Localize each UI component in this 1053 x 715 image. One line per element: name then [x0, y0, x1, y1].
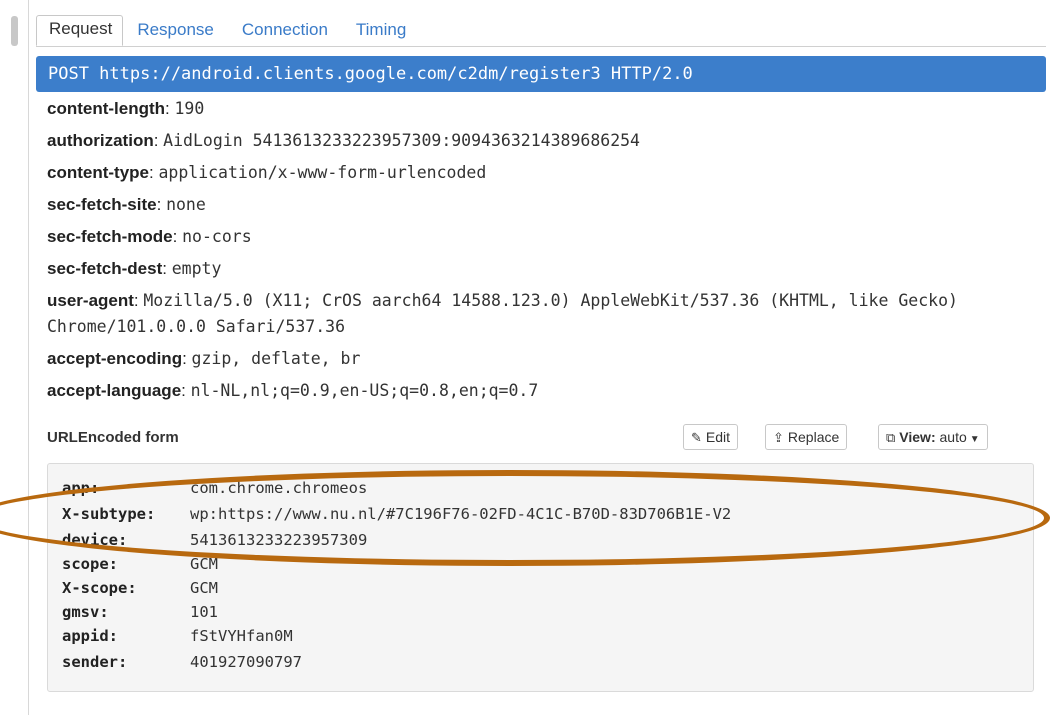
upload-icon: ⇪: [773, 430, 784, 445]
tab-divider: [36, 46, 1046, 47]
caret-down-icon: ▼: [969, 434, 980, 445]
header-row[interactable]: sec-fetch-site: none: [47, 192, 1037, 218]
urlencoded-form-box: app: com.chrome.chromeos X-subtype: wp:htt…: [47, 463, 1034, 692]
header-row[interactable]: content-type: application/x-www-form-url…: [47, 160, 1037, 186]
header-key: sec-fetch-dest: [47, 259, 163, 278]
form-value: wp:https://www.nu.nl/#7C196F76-02FD-4C1C…: [190, 505, 732, 523]
edit-button-label: Edit: [705, 429, 731, 445]
header-row[interactable]: accept-language: nl-NL,nl;q=0.9,en-US;q=…: [47, 378, 1037, 404]
header-row[interactable]: content-length: 190: [47, 96, 1037, 122]
form-value: com.chrome.chromeos: [190, 479, 368, 497]
scrollbar-thumb[interactable]: [11, 16, 18, 46]
header-key: authorization: [47, 131, 154, 150]
header-value: AidLogin 5413613233223957309:90943632143…: [163, 131, 640, 150]
view-label: View:: [899, 429, 936, 445]
request-headers: content-length: 190 authorization: AidLo…: [47, 96, 1037, 410]
form-row[interactable]: X-scope: GCM: [62, 576, 218, 600]
tab-bar: Request Response Connection Timing: [36, 15, 1046, 46]
form-value: 401927090797: [190, 653, 302, 671]
request-line[interactable]: POST https://android.clients.google.com/…: [36, 56, 1046, 92]
form-row[interactable]: sender: 401927090797: [62, 650, 302, 674]
header-value: no-cors: [182, 227, 252, 246]
header-value: Mozilla/5.0 (X11; CrOS aarch64 14588.123…: [47, 291, 958, 336]
header-key: accept-encoding: [47, 349, 183, 368]
form-key: app:: [62, 479, 100, 497]
edit-button[interactable]: ✎ Edit: [683, 424, 739, 450]
form-value: 101: [190, 603, 218, 621]
view-mode-dropdown[interactable]: ⧉ View: auto ▼: [878, 424, 988, 450]
replace-button[interactable]: ⇪ Replace: [765, 424, 848, 450]
header-value: 190: [174, 99, 205, 118]
form-value: 5413613233223957309: [190, 531, 368, 549]
header-key: sec-fetch-site: [47, 195, 157, 214]
form-row[interactable]: device: 5413613233223957309: [62, 528, 367, 552]
left-gutter: [0, 0, 28, 715]
header-key: content-length: [47, 99, 166, 118]
header-key: content-type: [47, 163, 149, 182]
form-value: GCM: [190, 555, 218, 573]
form-row[interactable]: gmsv: 101: [62, 600, 218, 624]
form-row[interactable]: appid: fStVYHfan0M: [62, 624, 293, 648]
header-row[interactable]: accept-encoding: gzip, deflate, br: [47, 346, 1037, 372]
header-key: sec-fetch-mode: [47, 227, 173, 246]
tab-response[interactable]: Response: [123, 16, 228, 46]
form-row[interactable]: app: com.chrome.chromeos: [62, 476, 367, 500]
header-row[interactable]: sec-fetch-dest: empty: [47, 256, 1037, 282]
form-key: X-subtype:: [62, 505, 156, 523]
header-key: user-agent: [47, 291, 134, 310]
form-value: GCM: [190, 579, 218, 597]
replace-button-label: Replace: [787, 429, 840, 445]
form-value: fStVYHfan0M: [190, 627, 293, 645]
tab-connection[interactable]: Connection: [228, 16, 342, 46]
tab-timing[interactable]: Timing: [342, 16, 420, 46]
header-value: empty: [171, 259, 222, 278]
header-value: none: [166, 195, 206, 214]
header-value: nl-NL,nl;q=0.9,en-US;q=0.8,en;q=0.7: [190, 381, 539, 400]
header-row[interactable]: authorization: AidLogin 5413613233223957…: [47, 128, 1037, 154]
copy-icon: ⧉: [886, 430, 896, 445]
header-key: accept-language: [47, 381, 182, 400]
view-value: auto: [939, 429, 967, 445]
form-key: scope:: [62, 555, 118, 573]
form-key: X-scope:: [62, 579, 137, 597]
header-row[interactable]: sec-fetch-mode: no-cors: [47, 224, 1037, 250]
form-key: sender:: [62, 653, 128, 671]
form-key: device:: [62, 531, 128, 549]
header-value: gzip, deflate, br: [191, 349, 361, 368]
form-row[interactable]: scope: GCM: [62, 552, 218, 576]
header-value: application/x-www-form-urlencoded: [158, 163, 487, 182]
gutter-divider: [28, 0, 29, 715]
form-title: URLEncoded form: [47, 429, 179, 446]
form-key: appid:: [62, 627, 118, 645]
edit-icon: ✎: [691, 430, 702, 445]
form-row[interactable]: X-subtype: wp:https://www.nu.nl/#7C196F76…: [62, 502, 731, 526]
form-key: gmsv:: [62, 603, 109, 621]
tab-request[interactable]: Request: [36, 15, 124, 46]
header-row[interactable]: user-agent: Mozilla/5.0 (X11; CrOS aarch…: [47, 288, 1037, 340]
